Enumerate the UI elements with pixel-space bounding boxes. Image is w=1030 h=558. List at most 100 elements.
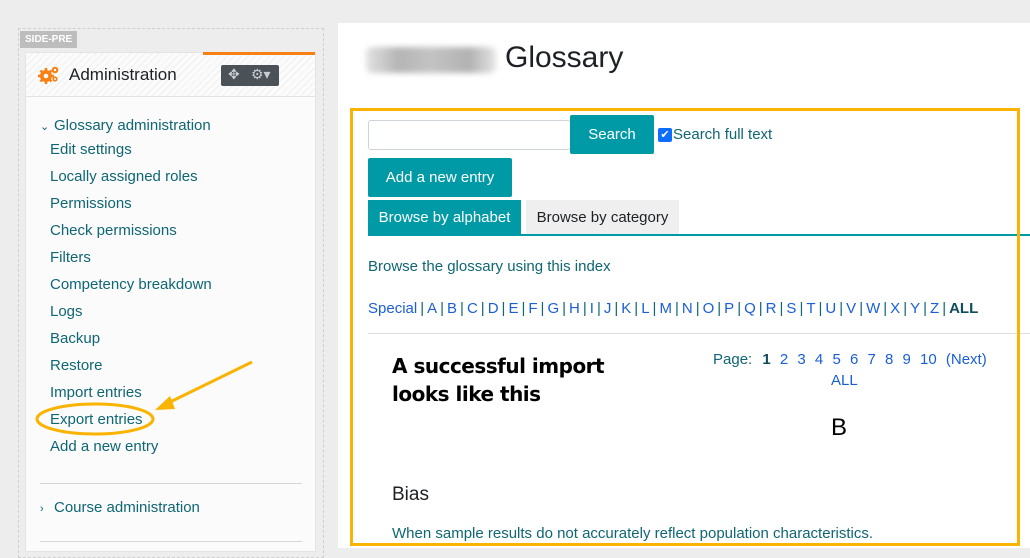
alphabet-link-w[interactable]: W: [866, 300, 880, 317]
tree-node-course-administration[interactable]: › Course administration: [40, 499, 200, 516]
page-link[interactable]: 3: [797, 351, 805, 368]
separator: |: [942, 300, 947, 317]
alphabet-link-u[interactable]: U: [825, 300, 836, 317]
block-controls: ✥ ⚙▾: [221, 65, 279, 86]
alphabet-link-f[interactable]: F: [528, 300, 537, 317]
admin-link-export-entries[interactable]: Export entries: [50, 411, 143, 428]
annotation-text: A successful import looks like this: [392, 352, 605, 408]
alphabet-link-m[interactable]: M: [659, 300, 672, 317]
search-full-text-label: Search full text: [673, 126, 773, 143]
separator: |: [717, 300, 722, 317]
page-link[interactable]: 7: [867, 351, 875, 368]
next-page-link[interactable]: (Next): [946, 351, 987, 368]
alphabet-link-h[interactable]: H: [569, 300, 580, 317]
alphabet-link-x[interactable]: X: [890, 300, 900, 317]
alphabet-link-b[interactable]: B: [447, 300, 457, 317]
separator: |: [737, 300, 742, 317]
tree-node-glossary-administration[interactable]: ⌄ Glossary administration: [40, 117, 211, 134]
separator: |: [614, 300, 619, 317]
page-link[interactable]: 9: [903, 351, 911, 368]
search-button[interactable]: Search: [570, 115, 654, 154]
tab-browse-by-alphabet[interactable]: Browse by alphabet: [368, 200, 521, 235]
alphabet-link-y[interactable]: Y: [910, 300, 920, 317]
current-page: 1: [762, 351, 771, 368]
alphabet-link-special[interactable]: Special: [368, 300, 417, 317]
search-input[interactable]: [368, 120, 571, 150]
add-new-entry-button[interactable]: Add a new entry: [368, 158, 512, 197]
tab-browse-by-category[interactable]: Browse by category: [526, 200, 679, 235]
paging-all-link[interactable]: ALL: [831, 372, 858, 389]
alphabet-link-p[interactable]: P: [724, 300, 734, 317]
separator: |: [799, 300, 804, 317]
admin-link-permissions[interactable]: Permissions: [50, 195, 132, 212]
alphabet-link-r[interactable]: R: [766, 300, 777, 317]
separator: |: [652, 300, 657, 317]
move-icon[interactable]: ✥: [228, 66, 240, 83]
alphabet-link-e[interactable]: E: [508, 300, 518, 317]
annotation-line: looks like this: [392, 382, 541, 406]
section-letter: B: [831, 414, 848, 441]
checkbox-checked-icon[interactable]: ✔: [658, 127, 672, 142]
block-title: Administration: [69, 65, 177, 84]
alphabet-link-i[interactable]: I: [590, 300, 594, 317]
separator: |: [903, 300, 908, 317]
admin-link-add-new-entry[interactable]: Add a new entry: [50, 438, 158, 455]
separator: |: [420, 300, 425, 317]
search-full-text-checkbox[interactable]: ✔ Search full text: [658, 126, 772, 143]
paging-label: Page:: [713, 351, 753, 368]
redacted-course-name: [366, 47, 496, 73]
admin-link-competency-breakdown[interactable]: Competency breakdown: [50, 276, 212, 293]
gear-menu-icon[interactable]: ⚙▾: [251, 66, 271, 83]
separator: |: [540, 300, 545, 317]
alphabet-link-c[interactable]: C: [467, 300, 478, 317]
tab-underline: [368, 234, 1030, 236]
alphabet-link-g[interactable]: G: [547, 300, 559, 317]
admin-link-logs[interactable]: Logs: [50, 303, 83, 320]
separator: |: [440, 300, 445, 317]
separator: |: [562, 300, 567, 317]
administration-block: Administration ✥ ⚙▾ ⌄ Glossary administra…: [25, 52, 316, 552]
separator: |: [779, 300, 784, 317]
alphabet-link-z[interactable]: Z: [930, 300, 939, 317]
admin-link-filters[interactable]: Filters: [50, 249, 91, 266]
entry-definition: When sample results do not accurately re…: [392, 525, 874, 542]
separator: |: [501, 300, 506, 317]
page-link[interactable]: 4: [815, 351, 823, 368]
alphabet-link-n[interactable]: N: [682, 300, 693, 317]
page-link[interactable]: 5: [832, 351, 840, 368]
admin-link-restore[interactable]: Restore: [50, 357, 103, 374]
separator: |: [674, 300, 679, 317]
page-link[interactable]: 10: [920, 351, 937, 368]
page-link[interactable]: 2: [780, 351, 788, 368]
admin-link-backup[interactable]: Backup: [50, 330, 100, 347]
admin-link-edit-settings[interactable]: Edit settings: [50, 141, 132, 158]
alphabet-link-a[interactable]: A: [427, 300, 437, 317]
admin-link-locally-assigned-roles[interactable]: Locally assigned roles: [50, 168, 198, 185]
separator: |: [521, 300, 526, 317]
alphabet-link-j[interactable]: J: [604, 300, 612, 317]
separator: |: [596, 300, 601, 317]
page-link[interactable]: 8: [885, 351, 893, 368]
separator: |: [818, 300, 823, 317]
alphabet-index: Special | A | B | C | D | E | F | G | H | I | J | K | L | M | N | O | P |…: [368, 300, 978, 317]
separator: |: [883, 300, 888, 317]
separator: |: [758, 300, 763, 317]
separator: |: [859, 300, 864, 317]
alphabet-link-s[interactable]: S: [786, 300, 796, 317]
alphabet-link-o[interactable]: O: [703, 300, 715, 317]
alphabet-link-d[interactable]: D: [488, 300, 499, 317]
page-link[interactable]: 6: [850, 351, 858, 368]
alphabet-link-t[interactable]: T: [806, 300, 815, 317]
alphabet-link-l[interactable]: L: [641, 300, 649, 317]
separator: |: [480, 300, 485, 317]
separator: |: [460, 300, 464, 317]
alphabet-link-all: ALL: [949, 300, 979, 317]
entry-term: Bias: [392, 484, 429, 505]
alphabet-link-q[interactable]: Q: [744, 300, 756, 317]
admin-link-check-permissions[interactable]: Check permissions: [50, 222, 177, 239]
chevron-down-icon: ⌄: [40, 121, 50, 133]
alphabet-link-k[interactable]: K: [621, 300, 631, 317]
block-accent-line: [203, 52, 315, 55]
alphabet-link-v[interactable]: V: [846, 300, 856, 317]
admin-link-import-entries[interactable]: Import entries: [50, 384, 142, 401]
